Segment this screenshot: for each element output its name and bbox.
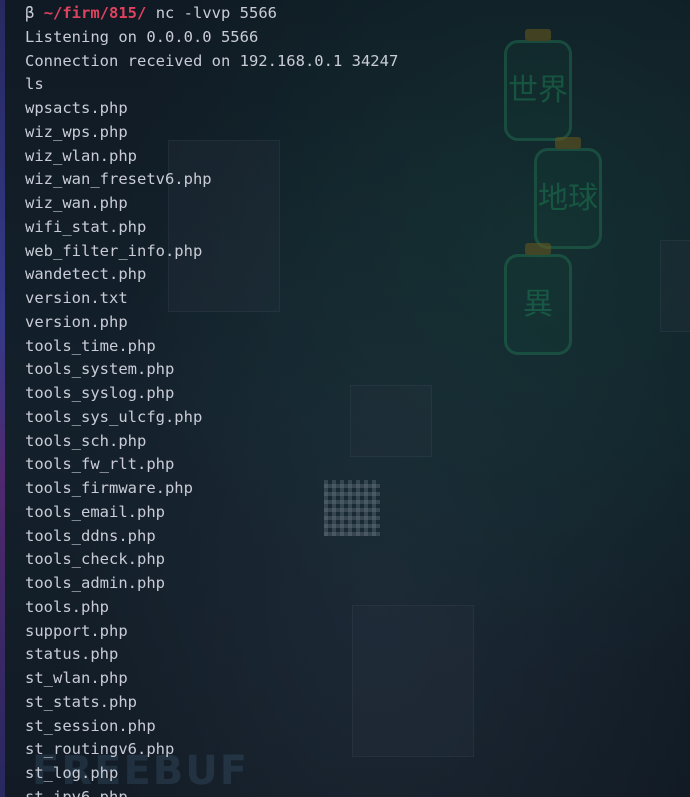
output-line: st_ipv6.php	[25, 787, 128, 797]
prompt-path: ~/firm/815/	[43, 4, 147, 22]
output-line: wifi_stat.php	[25, 217, 147, 236]
output-line: st_stats.php	[25, 692, 137, 711]
output-line: tools_sys_ulcfg.php	[25, 407, 203, 426]
output-line: tools_ddns.php	[25, 526, 156, 545]
output-line: version.txt	[25, 289, 128, 307]
lantern-glyph: 地球	[538, 181, 598, 216]
output-line: Listening on 0.0.0.0 5566	[25, 27, 259, 46]
output-line: status.php	[25, 645, 119, 664]
edge-panel-decoration	[660, 240, 690, 332]
prompt-symbol: β	[25, 4, 35, 22]
window-edge	[0, 0, 5, 797]
output-line: tools_sch.php	[25, 431, 147, 450]
lantern-glyph: 異	[523, 287, 553, 322]
output-line: tools_time.php	[25, 336, 156, 355]
output-line: st_wlan.php	[25, 669, 128, 687]
output-line: tools_syslog.php	[25, 384, 175, 402]
output-line: wiz_wan.php	[25, 194, 128, 212]
output-line: tools.php	[25, 597, 109, 616]
output-line: tools_fw_rlt.php	[25, 455, 175, 474]
output-line: Connection received on 192.168.0.1 34247	[25, 51, 399, 70]
output-line: tools_admin.php	[25, 574, 165, 592]
output-line: version.php	[25, 312, 128, 331]
output-line: st_routingv6.php	[25, 740, 175, 759]
output-line: tools_system.php	[25, 360, 175, 379]
output-line: wandetect.php	[25, 265, 147, 284]
lantern-decoration: 地球	[534, 137, 602, 249]
output-line: wiz_wan_fresetv6.php	[25, 170, 212, 189]
output-line: st_session.php	[25, 716, 156, 735]
output-line: ls	[25, 75, 44, 94]
output-line: web_filter_info.php	[25, 241, 203, 260]
output-line: tools_firmware.php	[25, 479, 193, 497]
lantern-decoration: 世界	[504, 29, 572, 141]
prompt-command: nc -lvvp 5566	[155, 4, 278, 22]
prompt-line: β ~/firm/815/ nc -lvvp 5566	[25, 2, 398, 26]
output-line: st_log.php	[25, 764, 119, 782]
output-line: wpsacts.php	[25, 99, 128, 117]
terminal-output: β ~/firm/815/ nc -lvvp 5566 Listening on…	[25, 2, 398, 797]
output-line: wiz_wps.php	[25, 122, 128, 141]
output-line: support.php	[25, 621, 128, 640]
lantern-decoration: 異	[504, 243, 572, 355]
terminal-window[interactable]: 世界 地球 異 FREEBUF β ~/firm/815/ nc -lvvp 5…	[0, 0, 690, 797]
output-line: tools_email.php	[25, 502, 165, 521]
lantern-glyph: 世界	[508, 73, 568, 108]
output-line: wiz_wlan.php	[25, 146, 137, 165]
output-line: tools_check.php	[25, 550, 165, 569]
